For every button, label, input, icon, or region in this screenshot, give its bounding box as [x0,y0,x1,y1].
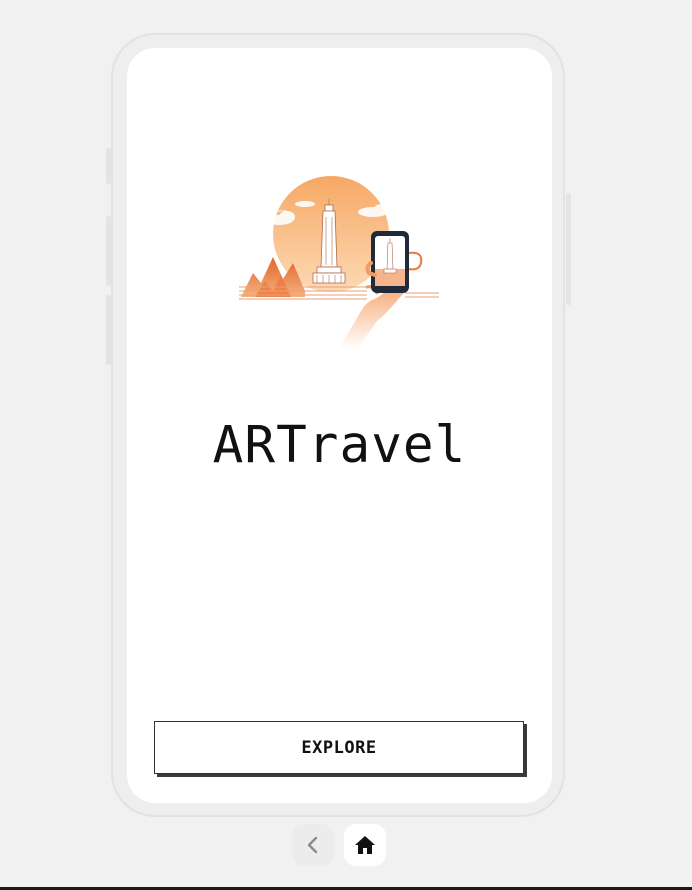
travel-ar-illustration [239,176,439,349]
explore-button[interactable]: EXPLORE [154,721,524,774]
device-volume-down [106,295,111,365]
nav-back-button[interactable] [292,824,334,866]
device-side-button-top [106,148,111,184]
device-power-button [566,193,571,305]
app-title: ARTravel [212,416,467,475]
chevron-left-icon [307,836,318,854]
home-icon [355,836,375,854]
app-screen: ARTravel EXPLORE [127,48,552,803]
device-volume-up [106,216,111,286]
nav-home-button[interactable] [344,824,386,866]
